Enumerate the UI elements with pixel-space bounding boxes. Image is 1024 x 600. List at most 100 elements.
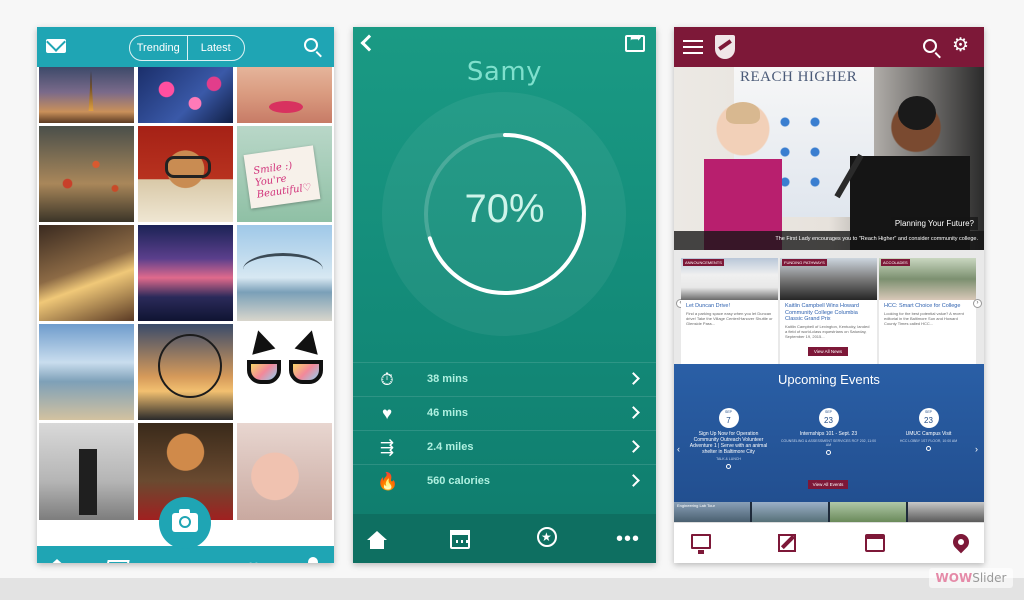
fitness-screen: Samy 70% ⏱ 38 mins ♥ 46 mins ⇶ 2.4 miles… xyxy=(353,27,656,563)
news-card[interactable]: ANNOUNCEMENTS Let Duncan Drive! Find a p… xyxy=(681,258,778,364)
clock-icon xyxy=(826,450,831,455)
news-tag: FUNDING PATHWAYS xyxy=(782,259,827,266)
chevron-right-icon xyxy=(627,372,640,385)
college-screen: ⚙ REACH HIGHER Planning Your Future? The… xyxy=(674,27,984,563)
calendar-icon[interactable] xyxy=(865,534,885,552)
photo-tile[interactable] xyxy=(39,67,134,123)
chevron-right-icon[interactable]: › xyxy=(975,444,978,454)
news-tag: ACCOLADES xyxy=(881,259,910,266)
photo-tile[interactable] xyxy=(39,126,134,222)
bottom-band xyxy=(0,578,1024,600)
heart-icon[interactable]: ♥ xyxy=(247,557,260,564)
hero-subtitle: The First Lady encourages you to "Reach … xyxy=(775,236,978,242)
running-icon: ⇶ xyxy=(379,438,395,457)
news-image: FUNDING PATHWAYS xyxy=(780,258,877,300)
fitness-bottom-bar xyxy=(353,514,656,563)
more-icon[interactable]: ••• xyxy=(616,529,640,549)
share-icon[interactable] xyxy=(625,29,645,52)
stat-row-heart[interactable]: ♥ 46 mins xyxy=(353,396,656,430)
gallery-thumb[interactable]: Engineering Lab Tour xyxy=(674,502,750,522)
news-tag: ANNOUNCEMENTS xyxy=(683,259,724,266)
photo-tile[interactable] xyxy=(138,225,233,321)
edit-icon[interactable] xyxy=(778,534,796,552)
hero-person-left xyxy=(704,102,782,250)
photo-tile[interactable] xyxy=(39,324,134,420)
photo-tile[interactable] xyxy=(138,324,233,420)
clock-icon xyxy=(726,464,731,469)
college-logo xyxy=(715,35,735,59)
chevron-right-icon xyxy=(627,474,640,487)
event-item[interactable]: SEP 23 Internships 101 - Sept. 23 COUNSEL… xyxy=(780,408,877,455)
news-title[interactable]: HCC: Smart Choice for College xyxy=(879,300,976,311)
event-item[interactable]: SEP 23 UMUC Campus Visit HCC LOBBY 1ST FL… xyxy=(880,408,977,451)
news-title[interactable]: Kaitlin Campbell Wins Howard Community C… xyxy=(780,300,877,324)
home-icon[interactable] xyxy=(367,531,387,549)
photo-tile[interactable] xyxy=(237,324,332,420)
map-icon[interactable] xyxy=(104,560,130,563)
event-date: SEP 23 xyxy=(818,408,839,428)
gear-icon[interactable]: ⚙ xyxy=(952,36,969,56)
stat-row-duration[interactable]: ⏱ 38 mins xyxy=(353,362,656,396)
news-image: ACCOLADES xyxy=(879,258,976,300)
clock-icon xyxy=(926,446,931,451)
heart-rate-icon: ♥ xyxy=(381,404,393,423)
camera-icon xyxy=(172,509,198,532)
user-name: Samy xyxy=(466,57,543,87)
event-location: HCC LOBBY 1ST FLOOR, 10:00 AM xyxy=(899,439,958,443)
hero-slide[interactable]: REACH HIGHER Planning Your Future? The F… xyxy=(674,67,984,250)
tab-latest[interactable]: Latest xyxy=(186,36,245,60)
event-location: TALK & LUNCH xyxy=(716,457,741,461)
feed-tab-switch: Trending Latest xyxy=(129,35,245,61)
news-image: ANNOUNCEMENTS xyxy=(681,258,778,300)
event-title: Internships 101 - Sept. 23 xyxy=(799,431,858,437)
tab-trending[interactable]: Trending xyxy=(130,36,187,60)
chevron-right-icon xyxy=(627,440,640,453)
stat-value: 2.4 miles xyxy=(427,441,474,453)
cat-sunglasses-illustration xyxy=(245,327,325,408)
home-icon[interactable] xyxy=(47,559,67,563)
mail-icon[interactable] xyxy=(46,39,66,53)
view-all-events-button[interactable]: View All Events xyxy=(808,480,848,489)
gallery-thumb[interactable] xyxy=(830,502,906,522)
flame-icon: 🔥 xyxy=(377,472,399,491)
stat-row-calories[interactable]: 🔥 560 calories xyxy=(353,464,656,498)
search-icon[interactable] xyxy=(923,39,937,53)
menu-icon[interactable] xyxy=(683,40,703,54)
event-date: SEP 7 xyxy=(718,408,739,428)
event-item[interactable]: SEP 7 Sign Up Now for Operation Community… xyxy=(680,408,777,469)
college-bottom-bar xyxy=(674,522,984,563)
photo-tile[interactable] xyxy=(237,225,332,321)
events-title: Upcoming Events xyxy=(778,372,880,387)
stat-row-distance[interactable]: ⇶ 2.4 miles xyxy=(353,430,656,464)
award-icon[interactable] xyxy=(537,527,557,547)
event-location: COUNSELING & ASSESSMENT SERVICES RCF 202… xyxy=(780,439,877,447)
photo-tile[interactable] xyxy=(39,423,134,520)
photo-tile[interactable] xyxy=(39,225,134,321)
stopwatch-icon: ⏱ xyxy=(380,370,394,389)
gallery-thumb[interactable] xyxy=(752,502,828,522)
camera-button[interactable] xyxy=(159,497,211,549)
chevron-right-icon[interactable]: › xyxy=(973,299,982,308)
stat-value: 560 calories xyxy=(427,475,490,487)
news-body: Find a parking space easy when you let D… xyxy=(686,310,773,326)
news-card[interactable]: ACCOLADES HCC: Smart Choice for College … xyxy=(879,258,976,364)
photo-tile[interactable]: Smile :) You're Beautiful♡ xyxy=(237,126,332,222)
calendar-icon[interactable] xyxy=(450,530,470,549)
photo-tile[interactable] xyxy=(138,126,233,222)
back-icon[interactable] xyxy=(360,34,378,52)
event-title: Sign Up Now for Operation Community Outr… xyxy=(689,431,768,455)
monitor-icon[interactable] xyxy=(691,534,711,554)
news-body: Kaitlin Campbell of Lexington, Kentucky,… xyxy=(785,323,870,339)
photo-tile[interactable] xyxy=(138,67,233,123)
gallery-thumb[interactable] xyxy=(908,502,984,522)
search-icon[interactable] xyxy=(304,38,318,52)
stat-value: 46 mins xyxy=(427,407,468,419)
user-icon[interactable] xyxy=(303,557,323,563)
photo-tile[interactable] xyxy=(237,423,332,520)
photo-feed-screen: Trending Latest Smile :) You're Beautiful♡… xyxy=(37,27,334,563)
view-all-news-button[interactable]: View All News xyxy=(808,347,848,356)
progress-label: 70% xyxy=(464,187,545,231)
news-title[interactable]: Let Duncan Drive! xyxy=(681,300,778,311)
event-title: UMUC Campus Visit xyxy=(905,431,952,437)
photo-tile[interactable] xyxy=(237,67,332,123)
